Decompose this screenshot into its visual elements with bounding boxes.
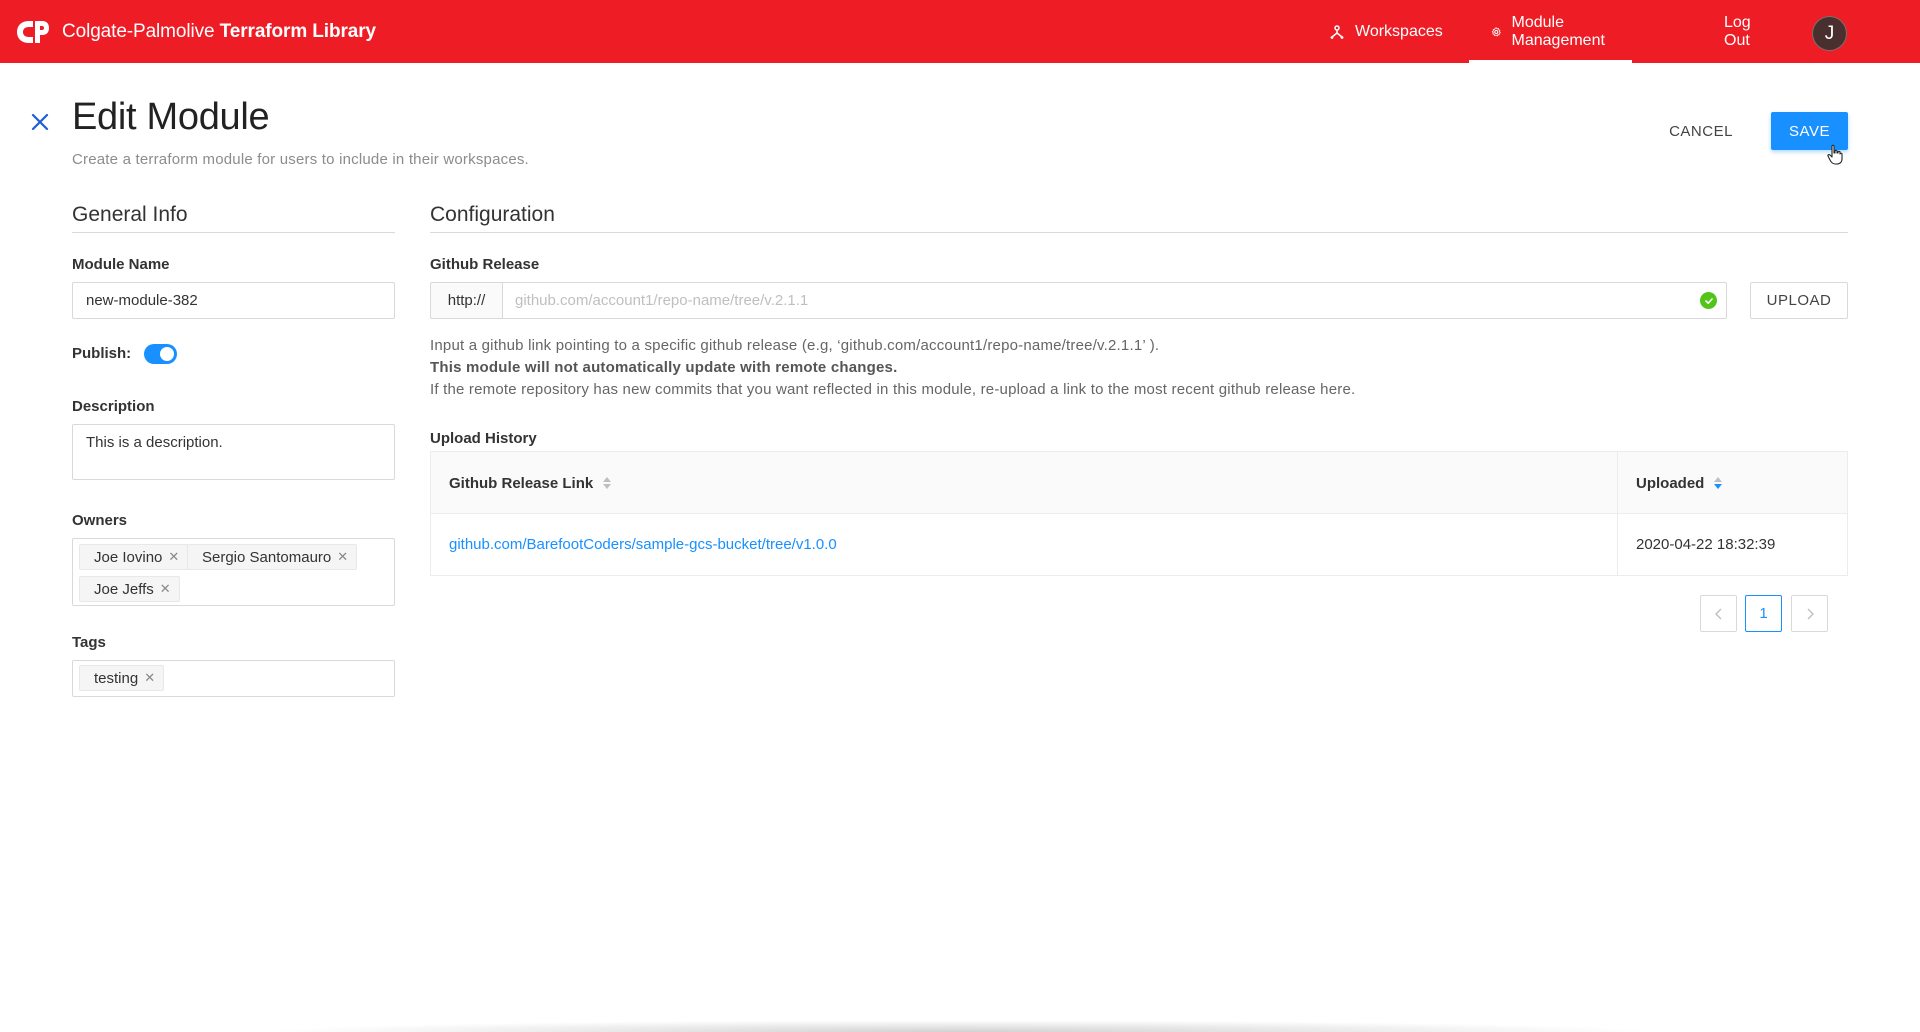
configuration-title: Configuration (430, 203, 555, 226)
owner-tag: Sergio Santomauro ✕ (187, 544, 358, 570)
gear-icon (1491, 26, 1501, 36)
table-row-link-cell[interactable]: github.com/BarefootCoders/sample-gcs-buc… (449, 514, 837, 575)
general-info-divider (72, 232, 395, 233)
tags-label: Tags (72, 634, 106, 651)
help-text-reupload: If the remote repository has new commits… (430, 381, 1356, 398)
module-name-field[interactable]: new-module-382 (72, 282, 395, 319)
col-header-uploaded[interactable]: Uploaded (1636, 452, 1723, 514)
page-number-button[interactable]: 1 (1745, 595, 1782, 632)
publish-label: Publish: (72, 345, 132, 362)
brand-name: Colgate-Palmolive (62, 21, 215, 42)
page-title: Edit Module (72, 96, 270, 138)
sort-icon[interactable] (1714, 477, 1723, 489)
remove-tag-icon[interactable]: ✕ (337, 549, 348, 565)
sort-icon[interactable] (603, 477, 612, 489)
github-release-label: Github Release (430, 256, 540, 273)
chevron-left-icon (1714, 608, 1721, 619)
top-nav-bar: Colgate-Palmolive Terraform Library Work… (0, 0, 1920, 63)
help-text-warning: This module will not automatically updat… (430, 359, 898, 376)
colgate-logo-icon (17, 21, 49, 43)
owner-tag-label: Sergio Santomauro (202, 548, 332, 566)
configuration-divider (430, 232, 1848, 233)
tags-select[interactable]: testing ✕ (72, 660, 395, 697)
github-release-input[interactable]: github.com/account1/repo-name/tree/v.2.1… (502, 282, 1727, 319)
hand-cursor-icon (1827, 144, 1843, 165)
bottom-shadow (260, 1020, 1660, 1032)
cancel-button[interactable]: CANCEL (1650, 112, 1752, 150)
general-info-title: General Info (72, 203, 188, 226)
nav-logout-label: Log Out (1724, 13, 1751, 49)
nav-logout[interactable]: Log Out (1702, 0, 1773, 63)
col-header-label: Uploaded (1636, 474, 1705, 492)
brand[interactable]: Colgate-Palmolive Terraform Library (16, 16, 376, 48)
upload-history-label: Upload History (430, 430, 537, 447)
nav-module-management-label: Module Management (1511, 13, 1605, 49)
table-row-uploaded-cell: 2020-04-22 18:32:39 (1636, 536, 1776, 553)
prev-page-button[interactable] (1700, 595, 1737, 632)
publish-toggle[interactable] (144, 344, 177, 364)
col-header-github-release-link[interactable]: Github Release Link (449, 452, 612, 514)
column-divider (1617, 452, 1618, 575)
nav-workspaces-label: Workspaces (1355, 22, 1443, 40)
owner-tag-label: Joe Iovino (94, 548, 163, 566)
check-circle-icon (1700, 292, 1717, 309)
owners-select[interactable]: Joe Iovino ✕ Sergio Santomauro ✕ Joe Jeffs… (72, 538, 395, 606)
brand-title: Colgate-Palmolive Terraform Library (62, 21, 376, 43)
close-icon[interactable] (28, 110, 52, 134)
workspaces-icon (1330, 24, 1344, 39)
avatar[interactable]: J (1812, 16, 1847, 51)
tag-chip: testing ✕ (79, 665, 165, 691)
module-name-label: Module Name (72, 256, 170, 273)
owner-tag: Joe Jeffs ✕ (79, 576, 180, 602)
chevron-right-icon (1807, 608, 1814, 619)
remove-tag-icon[interactable]: ✕ (168, 549, 179, 565)
owners-label: Owners (72, 512, 128, 529)
owner-tag-label: Joe Jeffs (94, 580, 154, 598)
description-field[interactable]: This is a description. (72, 424, 395, 480)
release-link[interactable]: github.com/BarefootCoders/sample-gcs-buc… (449, 536, 837, 553)
nav-workspaces[interactable]: Workspaces (1307, 0, 1465, 63)
owner-tag: Joe Iovino ✕ (79, 544, 189, 570)
description-label: Description (72, 398, 155, 415)
brand-product: Terraform Library (219, 21, 377, 42)
remove-tag-icon[interactable]: ✕ (144, 670, 155, 686)
upload-button[interactable]: UPLOAD (1750, 282, 1848, 319)
upload-history-table: Github Release Link Uploaded github.com/… (430, 451, 1848, 576)
nav-module-management[interactable]: Module Management (1469, 0, 1633, 63)
page-subtitle: Create a terraform module for users to i… (72, 151, 529, 168)
table-header: Github Release Link Uploaded (431, 452, 1847, 514)
help-text-example: Input a github link pointing to a specif… (430, 337, 1160, 354)
protocol-addon: http:// (430, 282, 502, 319)
tag-chip-label: testing (94, 669, 139, 687)
next-page-button[interactable] (1791, 595, 1828, 632)
col-header-label: Github Release Link (449, 474, 594, 492)
remove-tag-icon[interactable]: ✕ (160, 581, 171, 597)
